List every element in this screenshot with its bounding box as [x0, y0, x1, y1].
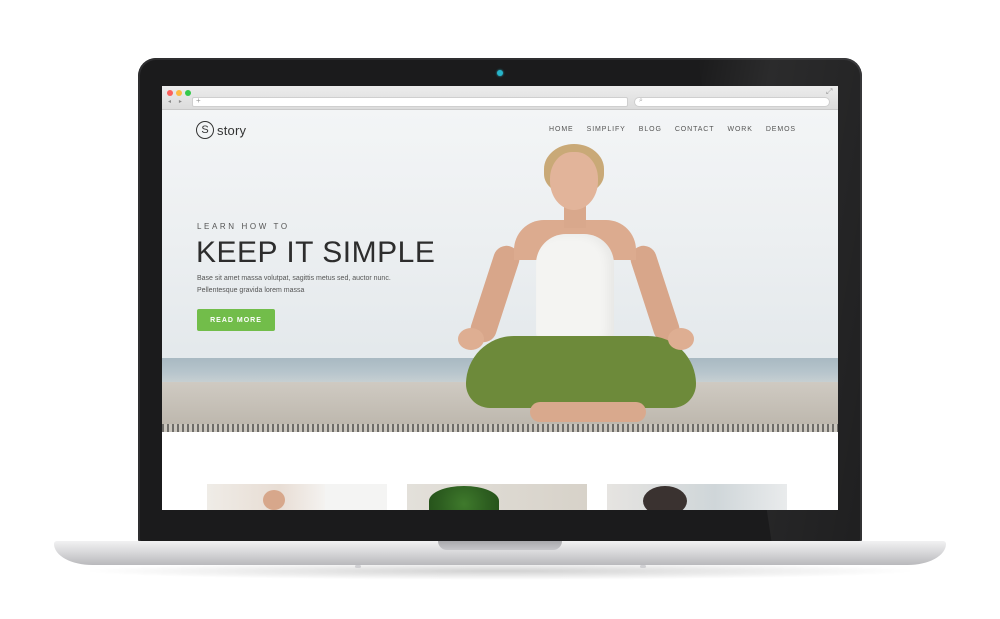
browser-toolbar: ◂ ▸ + ⌕ ⤢ [162, 86, 838, 110]
post-thumbnail[interactable] [607, 484, 787, 510]
hero-description: Base sit amet massa volutpat, sagittis m… [197, 273, 417, 297]
back-forward-icon[interactable]: ◂ ▸ [168, 98, 185, 105]
logo-text: story [217, 122, 247, 138]
thumbnail-detail [325, 484, 387, 510]
read-more-button[interactable]: READ MORE [197, 309, 275, 331]
laptop-foot [355, 565, 361, 568]
hero-headline: KEEP IT SIMPLE [196, 236, 436, 269]
hero-description-line: Base sit amet massa volutpat, sagittis m… [197, 275, 391, 282]
hero-section: S story HOME SIMPLIFY BLOG CONTACT WORK … [162, 110, 838, 432]
figure-hand [668, 328, 694, 350]
address-bar[interactable]: + [192, 96, 628, 107]
main-nav: HOME SIMPLIFY BLOG CONTACT WORK DEMOS [549, 126, 796, 133]
figure-hand [458, 328, 484, 350]
thumbnail-detail [429, 486, 499, 510]
minimize-dot-icon[interactable] [176, 90, 182, 96]
hero-description-line: Pellentesque gravida lorem massa [197, 287, 305, 294]
nav-item-demos[interactable]: DEMOS [766, 126, 796, 133]
thumbnail-detail [263, 490, 285, 510]
close-dot-icon[interactable] [167, 90, 173, 96]
figure-top [536, 234, 614, 344]
laptop-notch [438, 541, 562, 550]
hero-image [452, 140, 712, 432]
hero-kicker: LEARN HOW TO [197, 222, 290, 231]
figure-legs [466, 336, 696, 408]
nav-item-blog[interactable]: BLOG [639, 126, 662, 133]
post-thumbnail[interactable] [407, 484, 587, 510]
site-logo[interactable]: S story [196, 120, 246, 140]
thumbnail-detail [643, 486, 687, 510]
laptop-foot [640, 565, 646, 568]
camera-icon [497, 70, 503, 76]
nav-item-work[interactable]: WORK [727, 126, 752, 133]
nav-item-simplify[interactable]: SIMPLIFY [587, 126, 626, 133]
search-icon: ⌕ [639, 96, 643, 104]
nav-item-contact[interactable]: CONTACT [675, 126, 715, 133]
figure-face [550, 152, 598, 210]
fullscreen-icon[interactable]: ⤢ [826, 87, 832, 97]
figure-feet [530, 402, 646, 422]
logo-icon: S [196, 121, 214, 139]
nav-item-home[interactable]: HOME [549, 126, 574, 133]
browser-search-input[interactable]: ⌕ [634, 96, 830, 107]
laptop-screen: ◂ ▸ + ⌕ ⤢ S story HOME SIMPLIFY BLOG CON… [162, 86, 838, 510]
post-thumbnail[interactable] [207, 484, 387, 510]
maximize-dot-icon[interactable] [185, 90, 191, 96]
content-section [162, 432, 838, 510]
plus-icon: + [196, 96, 201, 105]
